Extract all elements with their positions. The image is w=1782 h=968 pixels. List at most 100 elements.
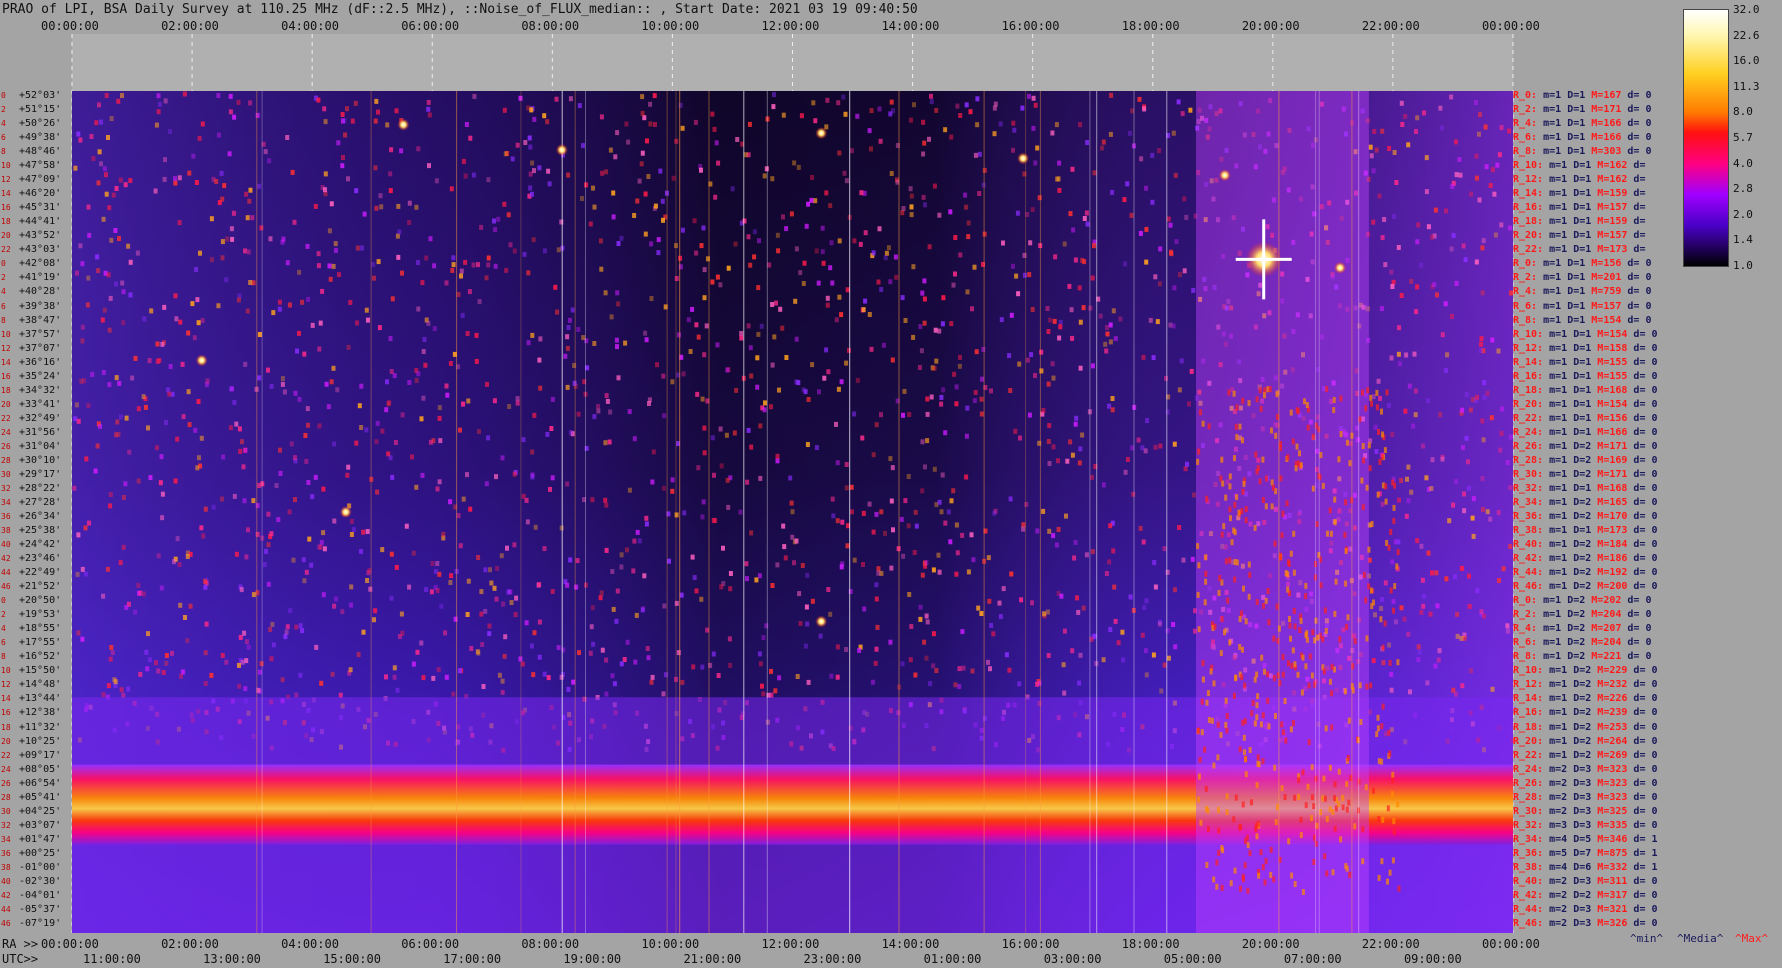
row-stat-r: R_28: — [1513, 791, 1550, 803]
plume-cell — [1381, 817, 1385, 823]
noise-cell — [1172, 587, 1177, 593]
noise-cell — [302, 351, 307, 357]
noise-cell — [1110, 189, 1115, 195]
noise-cell — [340, 609, 345, 615]
noise-cell — [392, 674, 397, 680]
plume-cell — [1379, 616, 1383, 623]
noise-cell — [416, 260, 420, 265]
noise-cell — [457, 668, 462, 674]
row-stat-min: m=1 D=2 — [1549, 749, 1598, 761]
noise-cell — [619, 564, 624, 570]
plume-cell — [1243, 862, 1247, 869]
noise-cell — [869, 346, 874, 352]
plume-cell — [1322, 668, 1326, 675]
noise-cell — [957, 666, 962, 672]
plume-cell — [1328, 806, 1332, 813]
row-stat-dev: d= — [1633, 216, 1646, 228]
plume-cell — [1343, 688, 1347, 695]
plume-cell — [1220, 456, 1224, 463]
plume-cell — [1365, 635, 1369, 642]
row-stat: R_4: m=1 D=1 M=166 d= 0 — [1513, 119, 1652, 129]
noise-cell — [1022, 272, 1027, 278]
noise-cell — [1011, 147, 1015, 153]
plume-cell — [1261, 758, 1265, 765]
noise-cell — [185, 554, 190, 559]
noise-cell — [1074, 415, 1079, 421]
plume-cell — [1383, 447, 1387, 454]
noise-cell — [416, 146, 421, 152]
noise-cell — [565, 334, 570, 340]
noise-cell — [1416, 222, 1421, 228]
noise-cell — [1470, 515, 1475, 521]
noise-cell — [955, 103, 960, 109]
noise-cell — [257, 375, 262, 381]
noise-cell — [1415, 284, 1420, 290]
noise-cell — [330, 671, 335, 677]
noise-cell — [124, 604, 129, 610]
plume-cell — [1381, 703, 1385, 710]
row-index: 22 — [1, 245, 11, 255]
noise-cell — [690, 306, 695, 312]
noise-cell — [487, 623, 492, 629]
noise-cell — [1113, 336, 1118, 342]
noise-cell — [970, 668, 975, 674]
y-tick-label: -01°00' — [19, 861, 62, 873]
plume-cell — [1389, 587, 1393, 594]
utc-tick-label: 01:00:00 — [923, 952, 982, 966]
plume-cell — [1283, 698, 1287, 704]
row-stat-min: m=1 D=1 — [1543, 272, 1592, 284]
noise-cell — [824, 347, 829, 353]
noise-cell — [484, 275, 489, 281]
noise-cell — [542, 671, 547, 677]
noise-cell — [489, 580, 494, 586]
noise-cell — [700, 664, 705, 670]
y-tick-label: +14°48' — [19, 679, 62, 691]
plume-cell — [1261, 497, 1265, 503]
noise-cell — [943, 520, 948, 526]
noise-cell — [1371, 219, 1376, 225]
noise-cell — [770, 302, 775, 307]
noise-cell — [1381, 660, 1386, 666]
noise-cell — [912, 102, 916, 108]
noise-cell — [591, 185, 595, 191]
row-index: 2 — [1, 105, 6, 115]
noise-cell — [613, 154, 618, 160]
row-stat-max: M=166 — [1591, 118, 1628, 130]
noise-cell — [733, 241, 738, 247]
noise-cell — [929, 394, 934, 400]
row-stat-max: M=204 — [1591, 637, 1628, 649]
row-stat-dev: d= 0 — [1633, 342, 1658, 354]
noise-cell — [530, 449, 535, 455]
plume-cell — [1323, 607, 1327, 614]
noise-cell — [524, 620, 529, 626]
noise-cell — [599, 590, 604, 596]
noise-cell — [496, 216, 501, 222]
noise-cell — [313, 474, 318, 480]
noise-cell — [746, 323, 751, 329]
plume-cell — [1206, 825, 1210, 832]
noise-cell — [145, 666, 150, 672]
noise-cell — [248, 100, 253, 106]
plume-cell — [1212, 762, 1216, 769]
noise-cell — [778, 306, 783, 312]
row-stat-r: R_42: — [1513, 889, 1550, 901]
noise-cell — [108, 295, 113, 301]
row-stat-max: M=154 — [1597, 328, 1634, 340]
noise-cell — [637, 178, 642, 184]
noise-cell — [181, 414, 186, 420]
noise-cell — [263, 149, 268, 155]
plume-cell — [1272, 876, 1276, 883]
noise-cell — [232, 399, 237, 405]
plume-cell — [1393, 482, 1397, 489]
noise-cell — [162, 304, 167, 310]
plume-cell — [1224, 558, 1228, 565]
row-index: 36 — [1, 512, 11, 521]
noise-cell — [615, 344, 619, 350]
plume-cell — [1339, 431, 1343, 438]
noise-cell — [1415, 115, 1420, 121]
noise-cell — [1021, 526, 1026, 532]
plume-cell — [1384, 498, 1388, 505]
row-stat-min: m=1 D=2 — [1549, 567, 1598, 579]
noise-cell — [603, 497, 608, 503]
noise-cell — [1180, 111, 1185, 117]
